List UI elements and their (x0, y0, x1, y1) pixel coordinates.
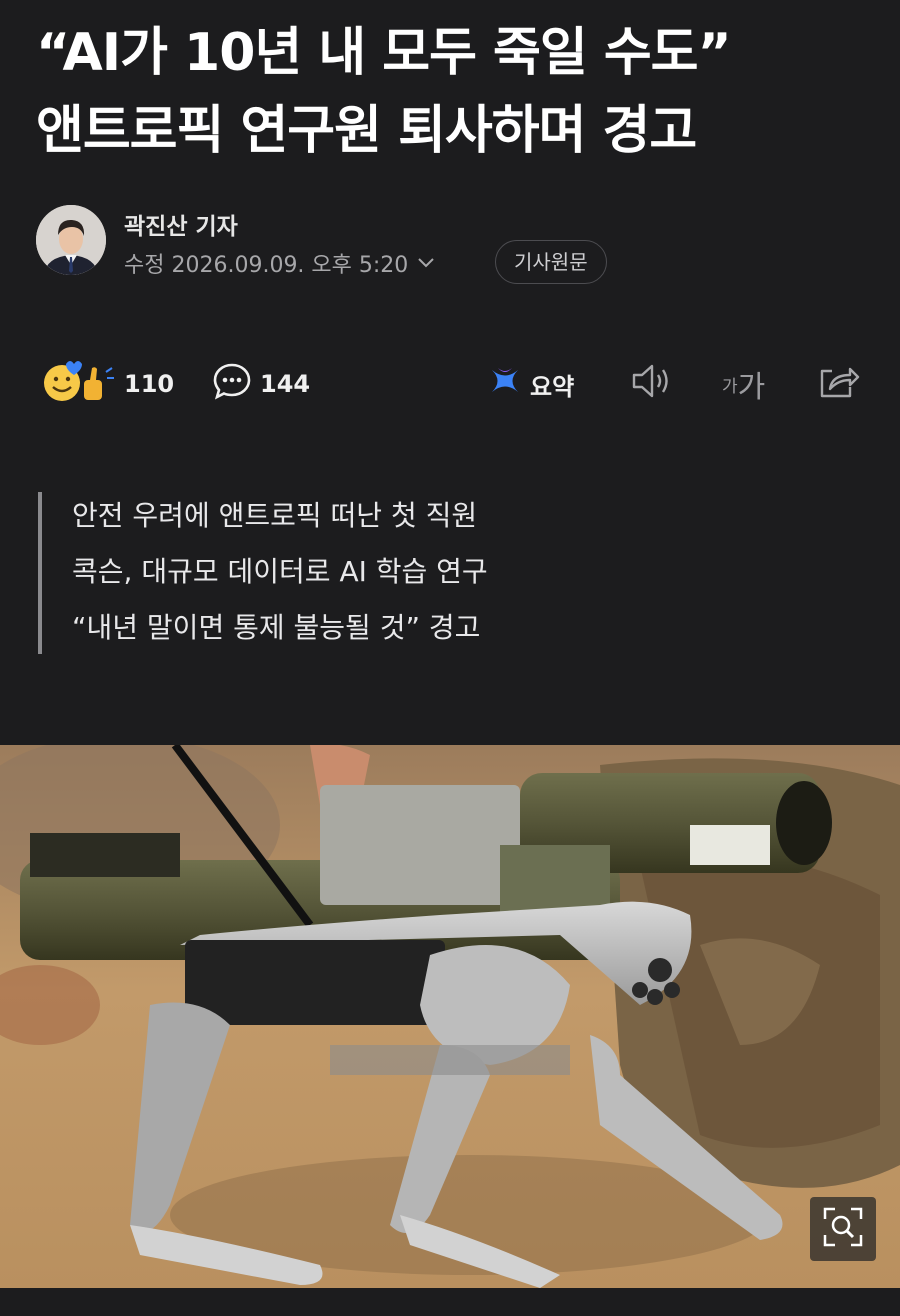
summary-button[interactable]: 요약 (488, 356, 574, 412)
share-icon (816, 361, 860, 407)
byline: 곽진산 기자 수정 2026.09.09. 오후 5:20 기사원문 (36, 205, 876, 284)
edited-date-text: 수정 2026.09.09. 오후 5:20 (124, 253, 409, 278)
reporter-avatar[interactable] (36, 205, 106, 275)
headline-line-2: 앤트로픽 연구원 퇴사하며 경고 (36, 101, 697, 161)
headline-line-1: “AI가 10년 내 모두 죽일 수도” (36, 23, 732, 83)
audio-button[interactable] (630, 356, 676, 412)
article-action-bar: 110 144 요약 가 가 (36, 356, 866, 412)
reporter-name[interactable]: 곽진산 기자 (124, 207, 238, 241)
reaction-button[interactable]: 110 (40, 356, 174, 412)
share-button[interactable] (816, 356, 860, 412)
chevron-down-icon (416, 251, 436, 276)
summary-line: 안전 우려에 앤트로픽 떠난 첫 직원 (72, 499, 478, 532)
comment-count: 144 (260, 370, 311, 398)
summary-line: 콕슨, 대규모 데이터로 AI 학습 연구 (72, 555, 488, 588)
comment-button[interactable]: 144 (212, 356, 310, 412)
speech-bubble-icon (212, 361, 252, 407)
edited-date[interactable]: 수정 2026.09.09. 오후 5:20 (124, 247, 436, 279)
font-small-label: 가 (722, 376, 738, 397)
zoom-button[interactable] (810, 1197, 876, 1261)
font-big-label: 가 (737, 370, 766, 405)
article-photo[interactable] (0, 745, 900, 1288)
summary-label: 요약 (530, 372, 575, 401)
speaker-icon (630, 361, 676, 407)
headline: “AI가 10년 내 모두 죽일 수도” 앤트로픽 연구원 퇴사하며 경고 (36, 14, 876, 170)
zoom-icon (821, 1205, 865, 1253)
font-size-button[interactable]: 가가 (722, 356, 765, 412)
reaction-count: 110 (124, 370, 175, 398)
article-summary: 안전 우려에 앤트로픽 떠난 첫 직원 콕슨, 대규모 데이터로 AI 학습 연… (38, 492, 858, 654)
summary-line: “내년 말이면 통제 불능될 것” 경고 (72, 611, 481, 644)
original-article-button[interactable]: 기사원문 (495, 240, 607, 284)
ai-summary-icon (488, 364, 522, 404)
smile-thumbs-up-icon (40, 358, 116, 410)
